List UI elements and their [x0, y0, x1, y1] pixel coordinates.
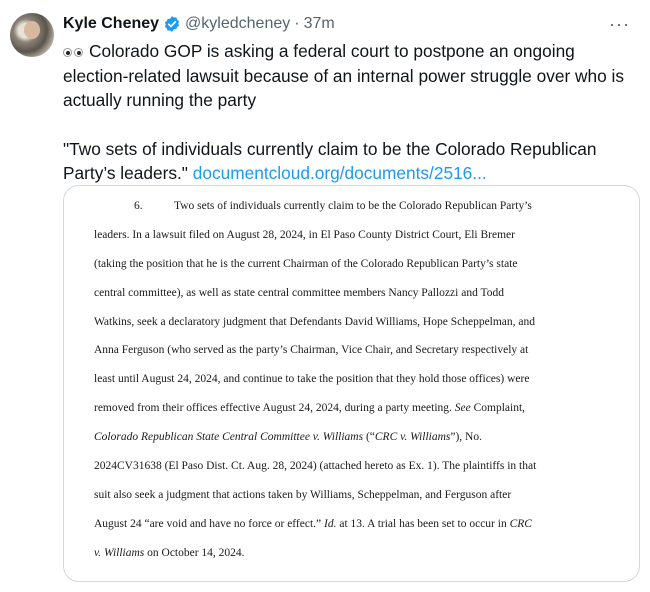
doc-line-6: Anna Ferguson (who served as the party’s…: [94, 344, 529, 357]
doc-line-4: central committee), as well as state cen…: [94, 286, 504, 299]
tweet-quote-line-1: "Two sets of individuals currently claim…: [63, 138, 597, 159]
doc-line-3: (taking the position that he is the curr…: [94, 257, 518, 270]
tweet[interactable]: Kyle Cheney @kyledcheney · 37m ··· Color…: [0, 0, 650, 592]
author-name[interactable]: Kyle Cheney: [63, 15, 159, 33]
tweet-line-1: Colorado GOP is asking a federal court t…: [89, 41, 575, 61]
doc-line-1: 6. Two sets of individuals currently clai…: [94, 196, 604, 225]
avatar[interactable]: [10, 13, 54, 57]
tweet-timestamp[interactable]: 37m: [304, 15, 335, 33]
doc-line-10: 2024CV31638 (El Paso Dist. Ct. Aug. 28, …: [94, 460, 537, 473]
tweet-text: Colorado GOP is asking a federal court t…: [63, 39, 643, 186]
tweet-line-3: actually running the party: [63, 90, 257, 110]
separator-dot: ·: [294, 15, 300, 32]
tweet-line-2: election-related lawsuit because of an i…: [63, 65, 624, 86]
doc-line-2: leaders. In a lawsuit filed on August 28…: [94, 228, 515, 241]
doc-line-11: suit also seek a judgment that actions t…: [94, 488, 512, 501]
tweet-paragraph-1: Colorado GOP is asking a federal court t…: [63, 39, 643, 113]
eyes-emoji-icon: [63, 47, 83, 57]
verified-badge-icon: [163, 15, 181, 33]
doc-line-9: Colorado Republican State Central Commit…: [94, 431, 482, 444]
paragraph-number: 6.: [134, 200, 143, 212]
tweet-paragraph-2: "Two sets of individuals currently claim…: [63, 137, 643, 186]
more-options-icon[interactable]: ···: [609, 13, 630, 35]
author-handle[interactable]: @kyledcheney: [185, 15, 290, 33]
doc-line-7: least until August 24, 2024, and continu…: [94, 373, 530, 386]
doc-line-13: v. Williams on October 14, 2024.: [94, 546, 245, 559]
attached-image-card[interactable]: 6. Two sets of individuals currently clai…: [63, 185, 640, 582]
document-excerpt: 6. Two sets of individuals currently clai…: [94, 196, 604, 572]
tweet-header: Kyle Cheney @kyledcheney · 37m ···: [63, 13, 640, 35]
doc-line-12: August 24 “are void and have no force or…: [94, 517, 532, 530]
doc-line-8: removed from their offices effective Aug…: [94, 402, 526, 415]
tweet-quote-line-2: Party’s leaders.": [63, 163, 188, 183]
document-link[interactable]: documentcloud.org/documents/2516...: [193, 163, 487, 183]
doc-line-5: Watkins, seek a declaratory judgment tha…: [94, 315, 536, 328]
